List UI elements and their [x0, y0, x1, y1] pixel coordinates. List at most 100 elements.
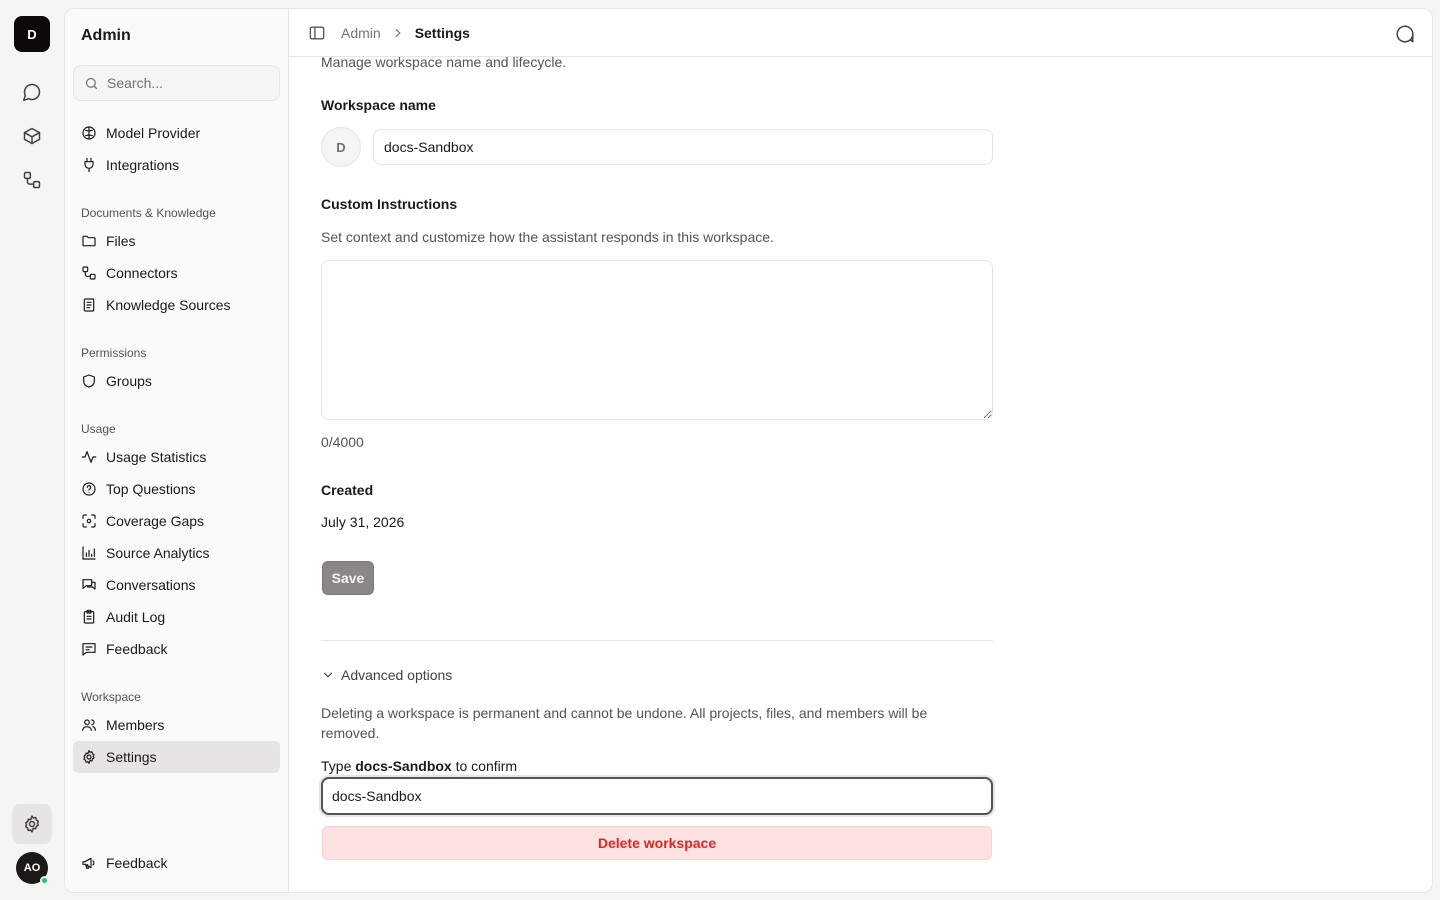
created-label: Created: [321, 482, 374, 498]
sidebar-item-members[interactable]: Members: [73, 709, 280, 741]
section-permissions: Permissions: [81, 346, 147, 360]
sidebar-item-knowledge-sources[interactable]: Knowledge Sources: [73, 289, 280, 321]
question-icon: [82, 482, 96, 496]
sidebar-item-settings[interactable]: Settings: [73, 741, 280, 773]
gear-icon: [83, 750, 95, 764]
search-placeholder: Search...: [107, 75, 164, 91]
search-icon: [85, 77, 98, 89]
megaphone-icon: [82, 857, 95, 869]
search-box[interactable]: Search...: [73, 65, 280, 101]
online-status-dot: [40, 876, 49, 885]
workspace-name-input[interactable]: [373, 129, 993, 165]
users-icon: [82, 719, 96, 731]
breadcrumb-settings: Settings: [414, 24, 470, 41]
delete-warning: Deleting a workspace is permanent and ca…: [321, 705, 928, 741]
sidebar-item-label: Source Analytics: [106, 545, 210, 561]
activity-icon: [81, 451, 97, 463]
section-divider: [321, 640, 993, 641]
bar-chart-icon: [82, 546, 96, 560]
sidebar-item-usage-statistics[interactable]: Usage Statistics: [73, 441, 280, 473]
sidebar-item-model-provider[interactable]: Model Provider: [73, 117, 280, 149]
avatar-initials: AO: [23, 862, 41, 874]
custom-instructions-label: Custom Instructions: [321, 196, 458, 212]
workspace-icon[interactable]: D: [321, 127, 361, 167]
rail-settings-button[interactable]: [12, 804, 52, 844]
cube-icon: [23, 127, 41, 145]
clipboard-icon: [83, 609, 95, 624]
shield-icon: [83, 374, 95, 388]
sidebar-item-label: Top Questions: [106, 481, 196, 497]
sidebar-item-label: Connectors: [106, 265, 178, 281]
workspace-name-label: Workspace name: [321, 97, 436, 113]
sidebar-item-label: Audit Log: [106, 609, 166, 625]
sidebar-toggle-icon[interactable]: [307, 23, 327, 43]
breadcrumb-admin[interactable]: Admin: [341, 25, 381, 41]
created-date: July 31, 2026: [321, 514, 405, 530]
sidebar-item-conversations[interactable]: Conversations: [73, 569, 280, 601]
connectors-icon: [23, 171, 41, 189]
scan-icon: [82, 514, 96, 528]
char-count: 0/4000: [321, 434, 364, 450]
sidebar-item-groups[interactable]: Groups: [73, 365, 280, 397]
chevron-down-icon: [323, 672, 333, 678]
sidebar-item-label: Groups: [106, 373, 152, 389]
connectors-icon: [82, 266, 96, 280]
chevron-right-icon: [395, 28, 401, 37]
sidebar-item-files[interactable]: Files: [73, 225, 280, 257]
top-bar: Admin Settings: [289, 9, 1432, 57]
gear-icon: [25, 815, 39, 833]
workspace-badge[interactable]: D: [14, 16, 50, 52]
advanced-options-toggle[interactable]: Advanced options: [321, 667, 452, 683]
sidebar-item-audit-log[interactable]: Audit Log: [73, 601, 280, 633]
breadcrumb: Admin Settings: [341, 25, 470, 41]
brain-icon: [82, 126, 96, 140]
messages-icon: [82, 579, 96, 590]
main-panel: Admin Search... Model Provider Integrati…: [64, 8, 1433, 893]
app-rail: D AO: [0, 0, 64, 900]
custom-instructions-description: Set context and customize how the assist…: [321, 229, 774, 245]
folder-icon: [82, 235, 96, 247]
section-workspace: Workspace: [81, 690, 141, 704]
rail-chat-button[interactable]: [12, 72, 52, 112]
sidebar-item-connectors[interactable]: Connectors: [73, 257, 280, 289]
admin-sidebar: Admin Search... Model Provider Integrati…: [65, 9, 289, 892]
chat-icon: [22, 83, 41, 102]
book-icon: [83, 298, 95, 312]
confirm-name-input[interactable]: [321, 777, 993, 815]
sidebar-item-label: Integrations: [106, 157, 180, 173]
section-documents-knowledge: Documents & Knowledge: [81, 206, 216, 220]
sidebar-item-label: Members: [106, 717, 165, 733]
sidebar-item-label: Knowledge Sources: [106, 297, 231, 313]
sidebar-item-coverage-gaps[interactable]: Coverage Gaps: [73, 505, 280, 537]
rail-connectors-button[interactable]: [12, 160, 52, 200]
sidebar-item-label: Feedback: [106, 641, 168, 657]
confirm-prefix: Type: [321, 758, 356, 774]
rail-cube-button[interactable]: [12, 116, 52, 156]
sidebar-item-label: Coverage Gaps: [106, 513, 205, 529]
confirm-suffix: to confirm: [451, 758, 518, 774]
sidebar-item-label: Usage Statistics: [106, 449, 207, 465]
sidebar-title: Admin: [81, 27, 131, 44]
save-button[interactable]: Save: [322, 561, 374, 595]
confirm-label: Type docs-Sandbox to confirm: [321, 758, 517, 774]
user-avatar[interactable]: AO: [16, 852, 49, 885]
custom-instructions-textarea[interactable]: [321, 260, 993, 420]
sidebar-item-label: Settings: [106, 749, 157, 765]
sidebar-item-integrations[interactable]: Integrations: [73, 149, 280, 181]
sidebar-item-feedback[interactable]: Feedback: [73, 633, 280, 665]
sidebar-item-label: Conversations: [106, 577, 196, 593]
sidebar-item-label: Feedback: [106, 855, 168, 871]
sidebar-item-source-analytics[interactable]: Source Analytics: [73, 537, 280, 569]
section-usage: Usage: [81, 422, 116, 436]
delete-workspace-button[interactable]: Delete workspace: [322, 826, 992, 860]
feedback-icon: [82, 643, 96, 656]
plug-icon: [84, 157, 94, 173]
chat-icon[interactable]: [1394, 23, 1416, 45]
sidebar-item-label: Model Provider: [106, 125, 201, 141]
sidebar-item-feedback-bottom[interactable]: Feedback: [73, 847, 280, 879]
confirm-workspace-name: docs-Sandbox: [355, 758, 452, 774]
settings-description: Manage workspace name and lifecycle.: [321, 54, 567, 70]
sidebar-item-top-questions[interactable]: Top Questions: [73, 473, 280, 505]
advanced-options-label: Advanced options: [341, 667, 453, 683]
sidebar-item-label: Files: [106, 233, 136, 249]
